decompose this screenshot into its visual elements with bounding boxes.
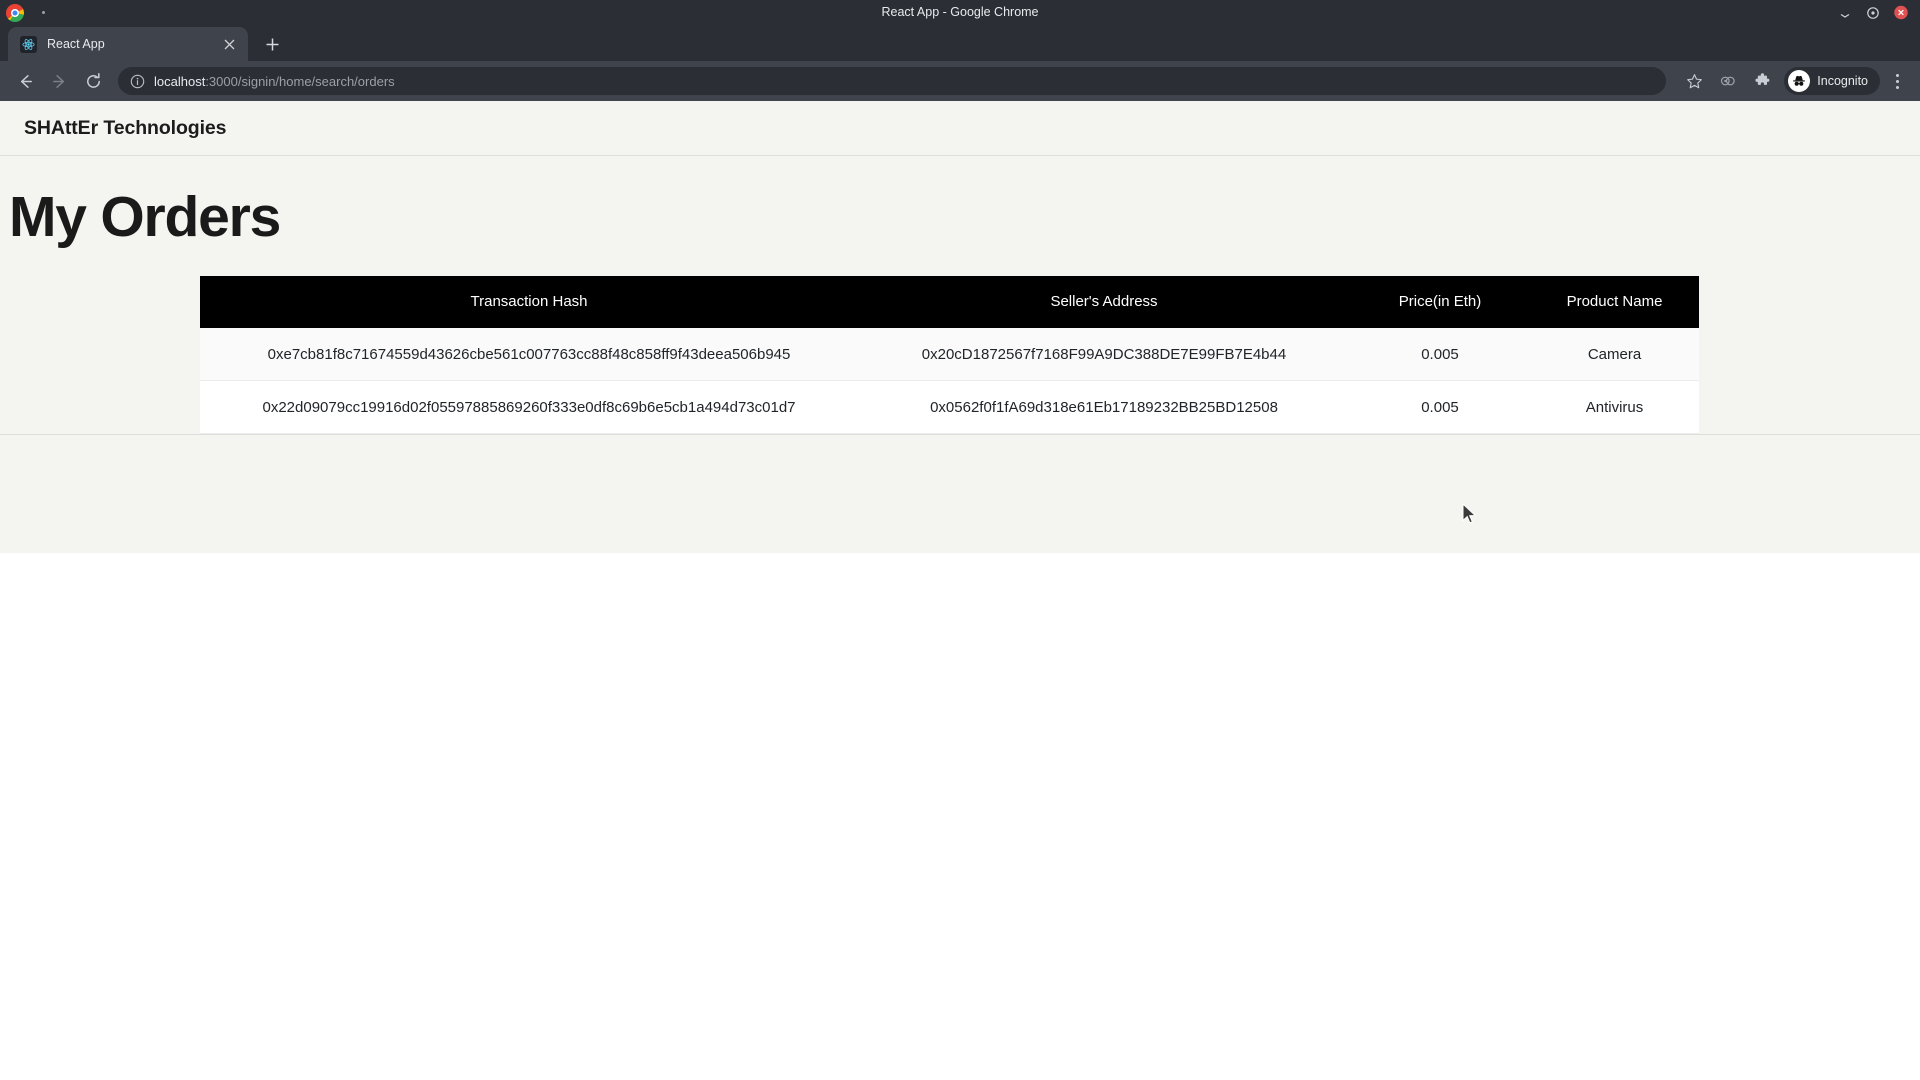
cell-product-name: Camera: [1530, 327, 1699, 382]
media-share-icon[interactable]: [1714, 67, 1742, 95]
column-header-transaction-hash[interactable]: Transaction Hash: [200, 275, 858, 328]
browser-toolbar: localhost:3000/signin/home/search/orders…: [0, 61, 1920, 101]
cell-transaction-hash: 0x22d09079cc19916d02f05597885869260f333e…: [200, 380, 858, 435]
window-title: React App - Google Chrome: [881, 5, 1039, 19]
menu-dot: [1895, 79, 1899, 83]
star-icon[interactable]: [1680, 67, 1708, 95]
react-logo-icon: [20, 35, 37, 53]
table-row[interactable]: 0x22d09079cc19916d02f05597885869260f333e…: [200, 380, 1699, 435]
table-header-row: Transaction Hash Seller's Address Price(…: [200, 275, 1699, 328]
table-bottom-rule: [0, 433, 1920, 435]
incognito-label: Incognito: [1817, 74, 1868, 88]
new-tab-button[interactable]: [258, 30, 286, 58]
page-viewport: SHAttEr Technologies My Orders Transacti…: [0, 101, 1920, 1080]
close-icon[interactable]: [1894, 5, 1908, 20]
menu-dot: [1895, 73, 1899, 77]
orders-table-body: 0xe7cb81f8c71674559d43626cbe561c007763cc…: [200, 327, 1699, 435]
info-circle-icon[interactable]: [130, 74, 145, 89]
cell-sellers-address: 0x20cD1872567f7168F99A9DC388DE7E99FB7E4b…: [858, 327, 1350, 382]
column-header-sellers-address[interactable]: Seller's Address: [858, 275, 1350, 328]
puzzle-piece-icon[interactable]: [1748, 67, 1776, 95]
incognito-indicator[interactable]: Incognito: [1784, 67, 1880, 95]
tab-strip: React App: [0, 25, 1920, 61]
table-row[interactable]: 0xe7cb81f8c71674559d43626cbe561c007763cc…: [200, 327, 1699, 382]
tab-close-icon[interactable]: [220, 35, 238, 53]
tab-title: React App: [47, 37, 105, 51]
reload-icon[interactable]: [78, 66, 108, 96]
three-dot-menu-icon[interactable]: [1884, 67, 1910, 95]
cell-sellers-address: 0x0562f0f1fA69d318e61Eb17189232BB25BD125…: [858, 380, 1350, 435]
menu-dot: [1895, 85, 1899, 89]
incognito-hat-icon: [1788, 70, 1811, 92]
forward-arrow-icon[interactable]: [44, 66, 74, 96]
page-title: My Orders: [9, 185, 281, 249]
tab-react-app[interactable]: React App: [8, 27, 248, 61]
column-header-product-name[interactable]: Product Name: [1530, 275, 1699, 328]
minimize-icon[interactable]: [1838, 6, 1852, 20]
titlebar-dot-icon: [42, 11, 45, 14]
address-bar-path: :3000/signin/home/search/orders: [205, 73, 395, 89]
cell-product-name: Antivirus: [1530, 380, 1699, 435]
orders-table-wrapper: Transaction Hash Seller's Address Price(…: [0, 275, 1920, 435]
cell-transaction-hash: 0xe7cb81f8c71674559d43626cbe561c007763cc…: [200, 327, 858, 382]
cell-price: 0.005: [1350, 327, 1530, 382]
address-bar[interactable]: localhost:3000/signin/home/search/orders: [118, 67, 1667, 95]
maximize-icon[interactable]: [1866, 6, 1880, 20]
orders-table-head: Transaction Hash Seller's Address Price(…: [200, 275, 1699, 328]
site-header: SHAttEr Technologies: [0, 101, 1920, 156]
address-bar-host: localhost: [154, 73, 206, 89]
site-brand: SHAttEr Technologies: [24, 116, 227, 139]
chrome-logo-icon: [6, 3, 24, 22]
window-titlebar: React App - Google Chrome: [0, 0, 1920, 25]
orders-table: Transaction Hash Seller's Address Price(…: [200, 275, 1699, 435]
address-bar-url: localhost:3000/signin/home/search/orders: [154, 74, 395, 89]
browser-window: React App - Google Chrome React App loca…: [0, 0, 1920, 1080]
back-arrow-icon[interactable]: [10, 66, 40, 96]
window-controls: [1838, 0, 1916, 25]
cell-price: 0.005: [1350, 380, 1530, 435]
column-header-price[interactable]: Price(in Eth): [1350, 275, 1530, 328]
